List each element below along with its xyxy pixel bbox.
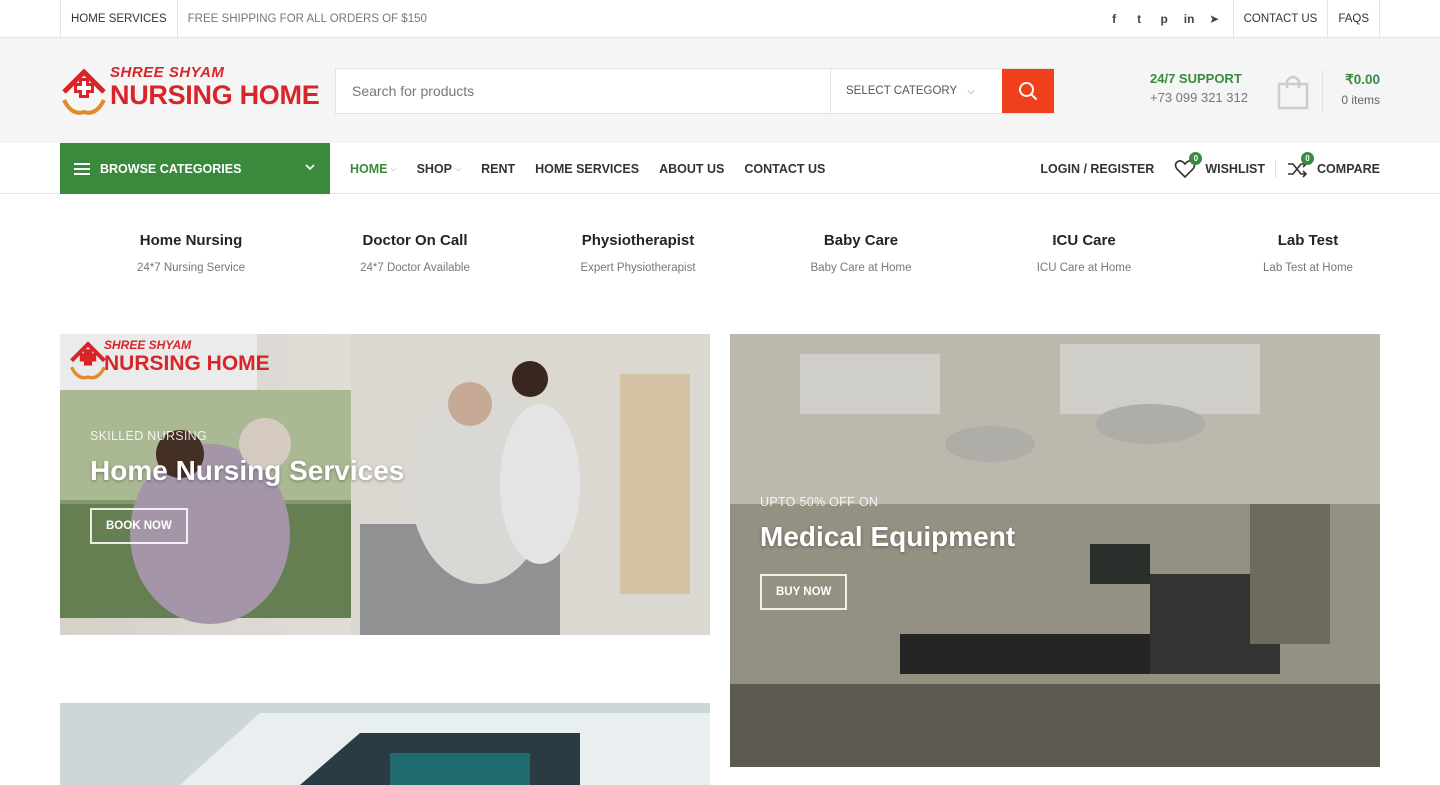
service-title: Lab Test bbox=[1277, 232, 1339, 249]
top-bar: HOME SERVICES FREE SHIPPING FOR ALL ORDE… bbox=[0, 0, 1440, 38]
service-item-icu-care[interactable]: ICU Care ICU Care at Home bbox=[974, 232, 1194, 274]
service-subtitle: ICU Care at Home bbox=[1036, 262, 1132, 274]
faqs-link[interactable]: FAQS bbox=[1327, 0, 1380, 37]
service-item-home-nursing[interactable]: Home Nursing 24*7 Nursing Service bbox=[81, 232, 301, 274]
service-title: Home Nursing bbox=[139, 232, 243, 249]
buy-now-button[interactable]: BUY NOW bbox=[760, 574, 848, 610]
service-item-lab-test[interactable]: Lab Test Lab Test at Home bbox=[1198, 232, 1418, 274]
compare-count-badge: 0 bbox=[1301, 151, 1315, 165]
cart-divider bbox=[1322, 70, 1323, 112]
compare-label: COMPARE bbox=[1317, 161, 1380, 176]
cart-amount: ₹0.00 bbox=[1345, 72, 1380, 87]
cart-widget[interactable]: ₹0.00 0 items bbox=[1276, 70, 1380, 112]
site-logo[interactable]: SHREE SHYAM NURSING HOME bbox=[60, 62, 320, 120]
browse-categories-label: BROWSE CATEGORIES bbox=[100, 161, 242, 176]
shuffle-icon: 0 bbox=[1286, 151, 1315, 179]
twitter-icon[interactable]: t bbox=[1133, 12, 1146, 26]
service-item-physiotherapist[interactable]: Physiotherapist Expert Physiotherapist bbox=[528, 232, 748, 274]
service-subtitle: 24*7 Doctor Available bbox=[360, 262, 470, 274]
chevron-down-icon: ⌵ bbox=[455, 163, 462, 173]
menu-item-label: HOME SERVICES bbox=[535, 161, 640, 176]
contact-us-link[interactable]: CONTACT US bbox=[1232, 0, 1328, 37]
facebook-icon[interactable]: f bbox=[1108, 12, 1121, 26]
banner-logo-line-1: SHREE SHYAM bbox=[104, 338, 192, 352]
shopping-bag-icon bbox=[1277, 75, 1309, 110]
wishlist-link[interactable]: 0 WISHLIST bbox=[1174, 151, 1266, 179]
menu-icon bbox=[74, 160, 90, 178]
equipment-banner-partial[interactable] bbox=[60, 703, 710, 785]
book-now-button[interactable]: BOOK NOW bbox=[90, 508, 188, 544]
banner-logo: SHREE SHYAM NURSING HOME bbox=[68, 336, 270, 386]
service-subtitle: Lab Test at Home bbox=[1263, 262, 1353, 274]
service-subtitle: 24*7 Nursing Service bbox=[136, 262, 246, 274]
menu-item-label: SHOP bbox=[416, 161, 453, 176]
linkedin-icon[interactable]: in bbox=[1183, 12, 1196, 26]
account-actions: LOGIN / REGISTER 0 WISHLIST 0 COMPARE bbox=[1040, 143, 1380, 194]
main-navigation: BROWSE CATEGORIES HOME ⌵ SHOP ⌵ RENT HOM… bbox=[0, 143, 1440, 194]
service-highlights: Home Nursing 24*7 Nursing Service Doctor… bbox=[60, 232, 1380, 282]
logo-line-2: NURSING HOME bbox=[110, 80, 320, 110]
service-title: Physiotherapist bbox=[581, 232, 695, 249]
header: SHREE SHYAM NURSING HOME SELECT CATEGORY… bbox=[0, 38, 1440, 143]
wishlist-label: WISHLIST bbox=[1205, 161, 1266, 176]
search-input[interactable] bbox=[336, 69, 830, 113]
support-phone[interactable]: +73 099 321 312 bbox=[1150, 90, 1248, 105]
menu-item-home-services[interactable]: HOME SERVICES bbox=[535, 162, 639, 176]
banner-logo-line-2: NURSING HOME bbox=[104, 352, 270, 375]
compare-link[interactable]: 0 COMPARE bbox=[1286, 151, 1380, 179]
service-subtitle: Expert Physiotherapist bbox=[580, 262, 696, 274]
telegram-icon[interactable]: ➤ bbox=[1208, 12, 1221, 26]
search-form: SELECT CATEGORY ⌵ bbox=[335, 68, 1054, 114]
menu-item-contact-us[interactable]: CONTACT US bbox=[744, 162, 825, 176]
cart-items-count: 0 items bbox=[1341, 93, 1380, 107]
menu-item-label: HOME bbox=[350, 161, 388, 176]
menu-item-home[interactable]: HOME ⌵ bbox=[350, 162, 397, 176]
category-select-label: SELECT CATEGORY bbox=[846, 85, 958, 97]
category-select[interactable]: SELECT CATEGORY ⌵ bbox=[830, 69, 1002, 113]
banner-photo-medical-device bbox=[60, 703, 710, 785]
banner-title: Medical Equipment bbox=[760, 521, 1016, 552]
pinterest-icon[interactable]: p bbox=[1158, 12, 1171, 26]
primary-menu: HOME ⌵ SHOP ⌵ RENT HOME SERVICES ABOUT U… bbox=[350, 143, 825, 194]
medical-equipment-banner[interactable]: UPTO 50% OFF ON Medical Equipment BUY NO… bbox=[730, 334, 1380, 767]
banner-title: Home Nursing Services bbox=[90, 455, 405, 486]
menu-item-label: CONTACT US bbox=[744, 161, 826, 176]
search-button[interactable] bbox=[1002, 69, 1054, 113]
menu-item-rent[interactable]: RENT bbox=[481, 162, 515, 176]
service-subtitle: Baby Care at Home bbox=[810, 262, 912, 274]
chevron-down-icon: ⌵ bbox=[390, 163, 397, 173]
menu-item-label: ABOUT US bbox=[659, 161, 725, 176]
support-title: 24/7 SUPPORT bbox=[1150, 71, 1242, 86]
logo-line-1: SHREE SHYAM bbox=[110, 64, 225, 81]
search-icon bbox=[1019, 82, 1038, 101]
logo-mark-icon bbox=[70, 341, 106, 380]
login-register-link[interactable]: LOGIN / REGISTER bbox=[1040, 162, 1154, 176]
home-services-link[interactable]: HOME SERVICES bbox=[60, 0, 177, 37]
heart-icon: 0 bbox=[1174, 151, 1203, 179]
service-title: Baby Care bbox=[823, 232, 899, 249]
nav-divider bbox=[1275, 159, 1277, 178]
menu-item-about-us[interactable]: ABOUT US bbox=[659, 162, 724, 176]
menu-item-shop[interactable]: SHOP ⌵ bbox=[417, 162, 462, 176]
service-title: ICU Care bbox=[1052, 232, 1116, 249]
banner-subtitle: UPTO 50% OFF ON bbox=[760, 495, 879, 509]
support-info: 24/7 SUPPORT +73 099 321 312 bbox=[1150, 71, 1248, 105]
chevron-down-icon: ⌵ bbox=[967, 85, 975, 97]
logo-mark-icon bbox=[62, 68, 106, 115]
banner-subtitle: SKILLED NURSING bbox=[90, 429, 208, 443]
menu-item-label: RENT bbox=[481, 161, 516, 176]
shipping-note: FREE SHIPPING FOR ALL ORDERS OF $150 bbox=[176, 0, 437, 37]
service-title: Doctor On Call bbox=[362, 232, 468, 249]
service-item-doctor-on-call[interactable]: Doctor On Call 24*7 Doctor Available bbox=[305, 232, 525, 274]
service-item-baby-care[interactable]: Baby Care Baby Care at Home bbox=[751, 232, 971, 274]
social-links: f t p in ➤ bbox=[1108, 0, 1233, 37]
wishlist-count-badge: 0 bbox=[1189, 151, 1203, 165]
chevron-down-icon bbox=[305, 164, 315, 171]
home-nursing-banner[interactable]: SHREE SHYAM NURSING HOME SKILLED NURSING… bbox=[60, 334, 710, 635]
browse-categories-button[interactable]: BROWSE CATEGORIES bbox=[60, 143, 330, 194]
